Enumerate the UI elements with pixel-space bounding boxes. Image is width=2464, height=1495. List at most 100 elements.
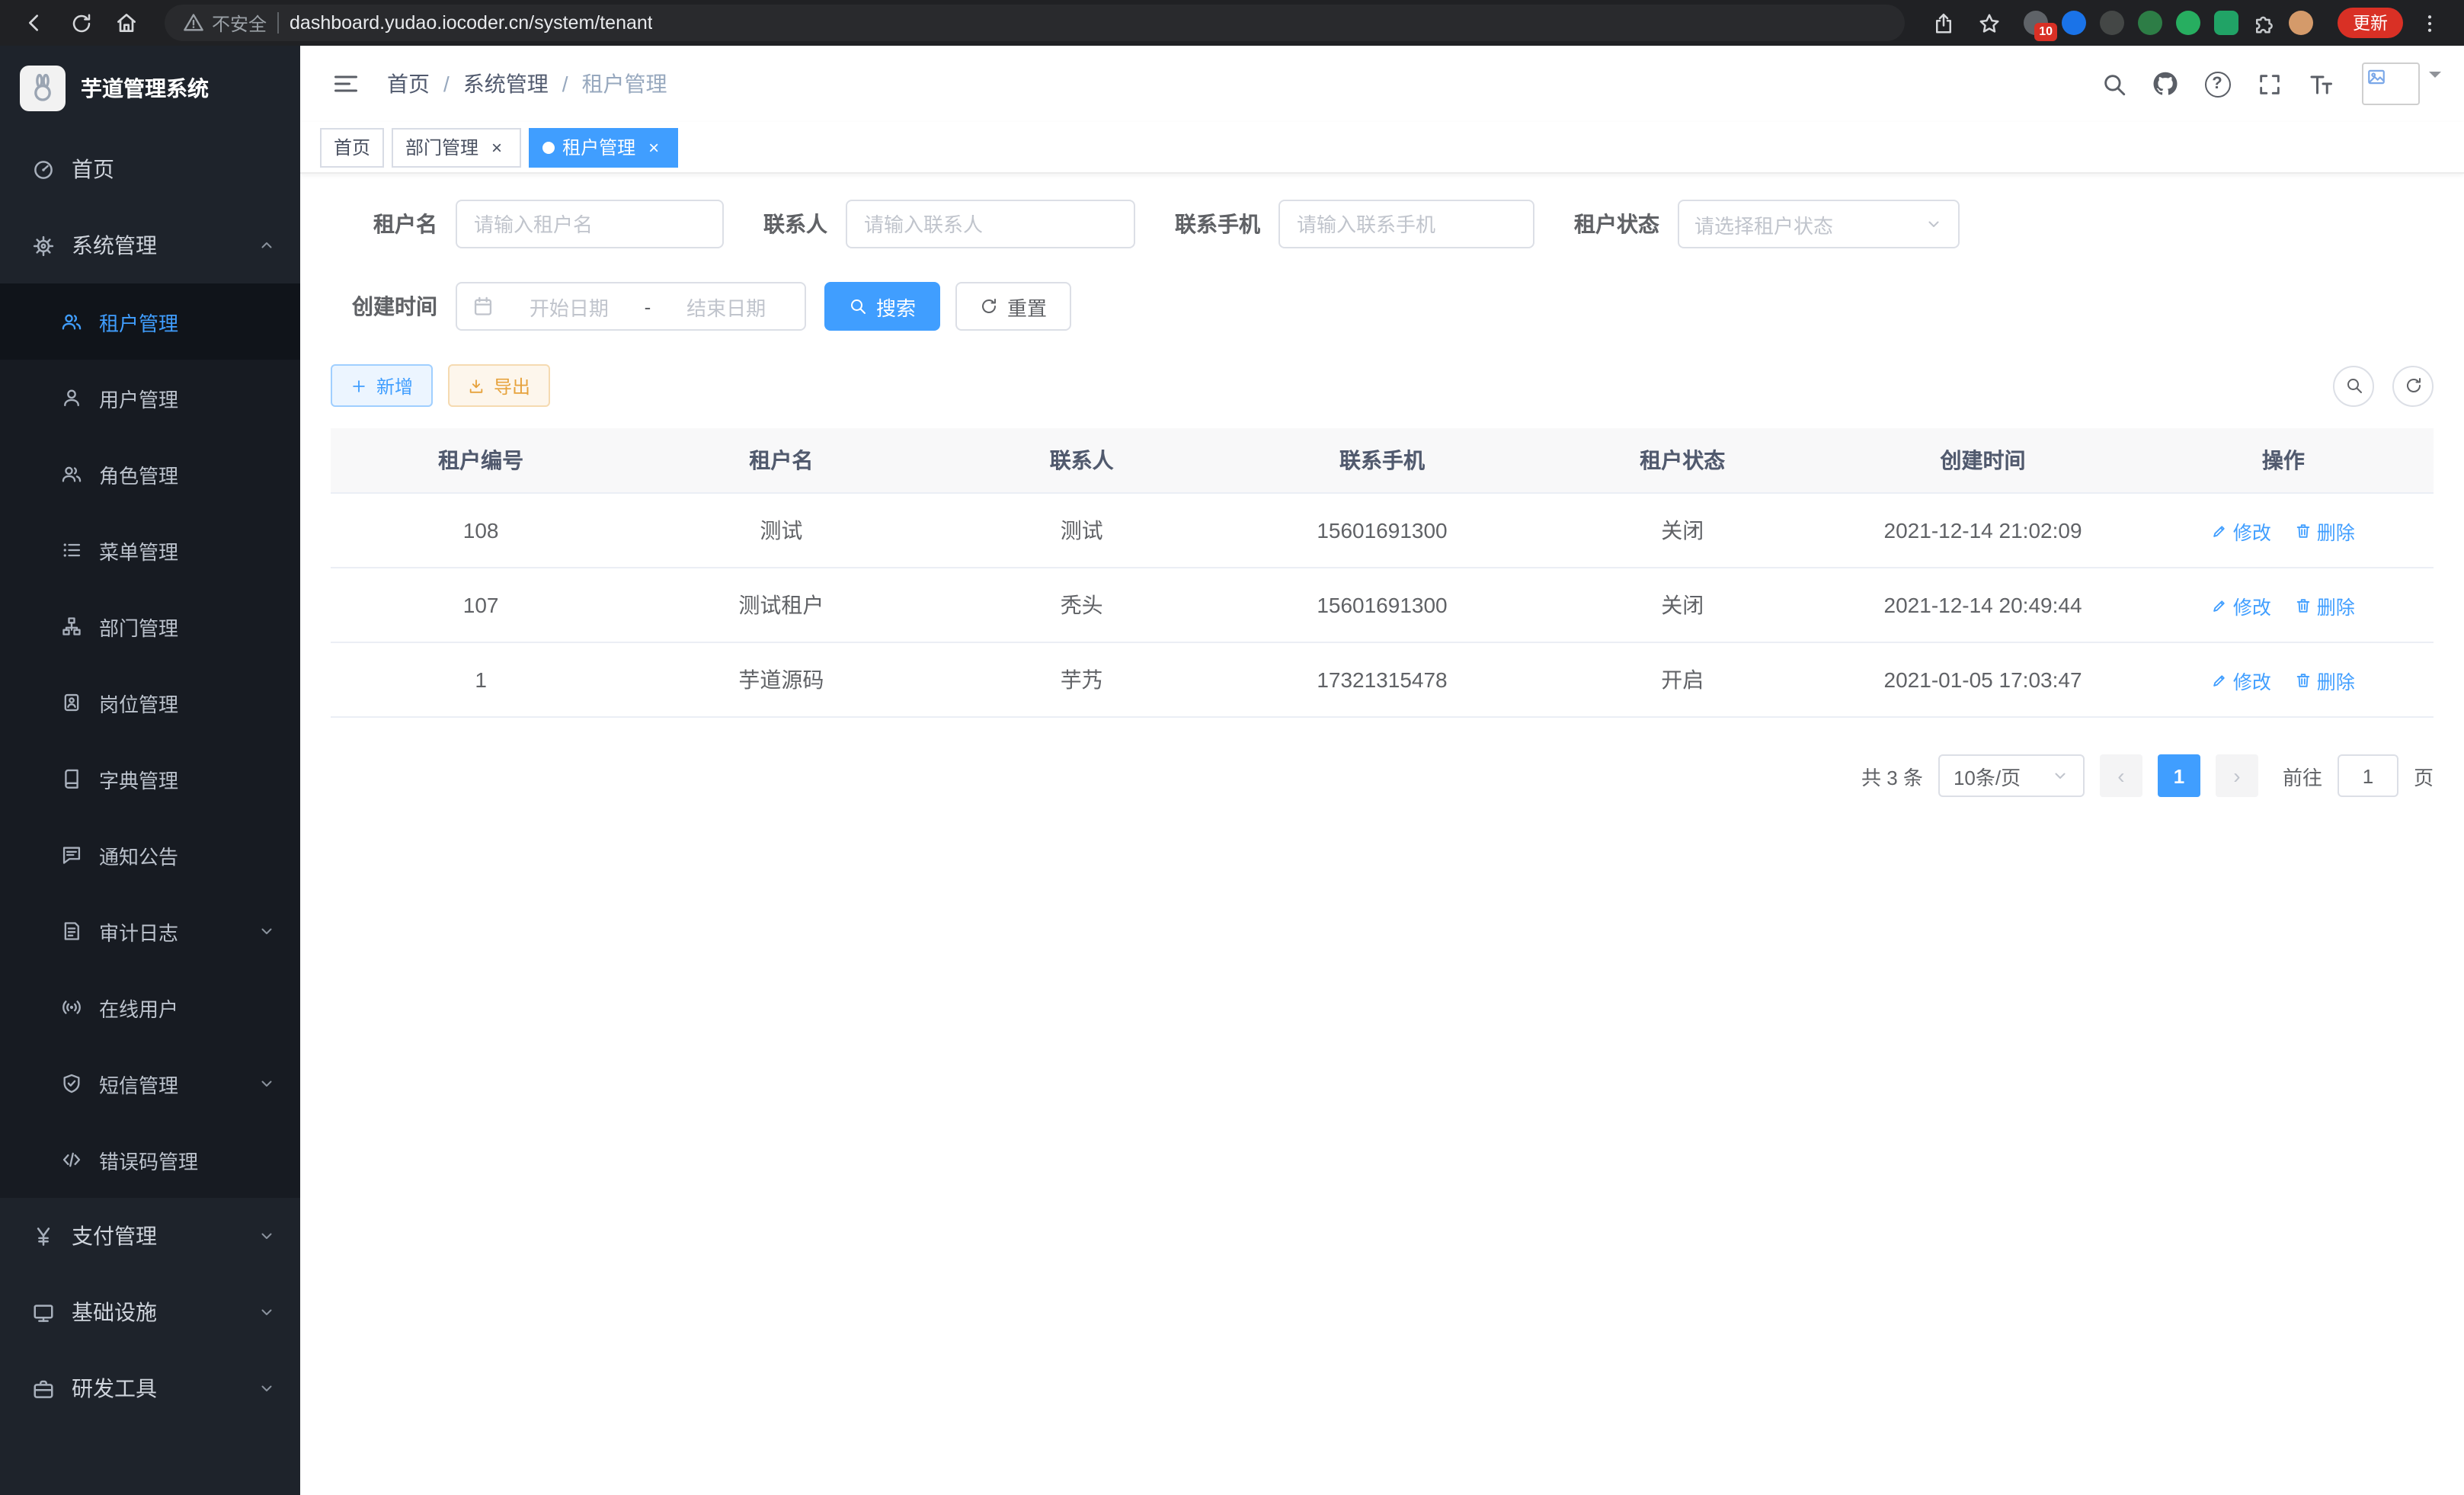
sidebar-item-post[interactable]: 岗位管理 bbox=[0, 664, 300, 741]
browser-back-button[interactable] bbox=[15, 3, 55, 43]
docs-help-icon[interactable]: ? bbox=[2194, 61, 2240, 107]
sidebar-item-dept[interactable]: 部门管理 bbox=[0, 588, 300, 664]
status-select[interactable]: 请选择租户状态 bbox=[1678, 200, 1960, 248]
document-icon bbox=[61, 920, 82, 942]
sidebar-item-tenant[interactable]: 租户管理 bbox=[0, 283, 300, 360]
edit-icon bbox=[2212, 522, 2229, 539]
extension-icon-4[interactable] bbox=[2138, 11, 2162, 35]
sidebar-item-audit-log[interactable]: 审计日志 bbox=[0, 893, 300, 969]
shield-icon bbox=[61, 1073, 82, 1094]
app-logo[interactable]: 芋道管理系统 bbox=[0, 46, 300, 131]
sidebar-item-devtool[interactable]: 研发工具 bbox=[0, 1350, 300, 1426]
browser-reload-button[interactable] bbox=[61, 3, 101, 43]
tab-dept[interactable]: 部门管理 × bbox=[392, 127, 521, 167]
collapse-sidebar-button[interactable] bbox=[323, 61, 369, 107]
search-button[interactable]: 搜索 bbox=[824, 282, 940, 331]
extension-icon-1[interactable]: 10 bbox=[2024, 11, 2048, 35]
breadcrumb: 首页 / 系统管理 / 租户管理 bbox=[387, 69, 667, 99]
code-icon bbox=[61, 1149, 82, 1170]
cell-name: 芋道源码 bbox=[631, 642, 931, 717]
search-icon bbox=[849, 297, 867, 315]
col-actions: 操作 bbox=[2133, 428, 2434, 493]
tab-tenant[interactable]: 租户管理 × bbox=[529, 127, 678, 167]
breadcrumb-system[interactable]: 系统管理 bbox=[463, 69, 549, 99]
tenant-name-input[interactable] bbox=[456, 200, 724, 248]
github-icon[interactable] bbox=[2142, 61, 2188, 107]
export-button[interactable]: 导出 bbox=[448, 364, 550, 407]
bookmark-star-icon[interactable] bbox=[1969, 3, 2008, 43]
browser-profile-avatar[interactable] bbox=[2289, 11, 2313, 35]
page-content: 租户名 联系人 联系手机 租户状态 请选择租户状态 创建时间 bbox=[300, 174, 2464, 797]
extension-icon-3[interactable] bbox=[2100, 11, 2124, 35]
sidebar-item-error-code[interactable]: 错误码管理 bbox=[0, 1122, 300, 1198]
sidebar-item-infra[interactable]: 基础设施 bbox=[0, 1274, 300, 1350]
page-size-select[interactable]: 10条/页 bbox=[1938, 754, 2085, 797]
browser-menu-icon[interactable] bbox=[2409, 3, 2449, 43]
extensions-puzzle-icon[interactable] bbox=[2252, 11, 2275, 34]
edit-button[interactable]: 修改 bbox=[2212, 591, 2271, 619]
breadcrumb-home[interactable]: 首页 bbox=[387, 69, 430, 99]
col-contact: 联系人 bbox=[932, 428, 1232, 493]
header-search-icon[interactable] bbox=[2091, 61, 2136, 107]
reset-button[interactable]: 重置 bbox=[955, 282, 1071, 331]
browser-update-button[interactable]: 更新 bbox=[2338, 8, 2403, 38]
breadcrumb-separator: / bbox=[443, 72, 450, 96]
goto-page-input[interactable] bbox=[2338, 754, 2398, 797]
page-number-button[interactable]: 1 bbox=[2158, 754, 2200, 797]
browser-home-button[interactable] bbox=[107, 3, 146, 43]
sidebar-item-sms[interactable]: 短信管理 bbox=[0, 1045, 300, 1122]
cell-id: 1 bbox=[331, 642, 631, 717]
table-header-row: 租户编号 租户名 联系人 联系手机 租户状态 创建时间 操作 bbox=[331, 428, 2434, 493]
page-unit-label: 页 bbox=[2414, 761, 2434, 790]
sidebar-item-home[interactable]: 首页 bbox=[0, 131, 300, 207]
edit-button[interactable]: 修改 bbox=[2212, 516, 2271, 545]
user-icon bbox=[61, 387, 82, 408]
date-start-placeholder: 开始日期 bbox=[506, 292, 632, 321]
extension-icon-5[interactable] bbox=[2176, 11, 2200, 35]
cell-name: 测试 bbox=[631, 493, 931, 568]
sidebar-item-dict[interactable]: 字典管理 bbox=[0, 741, 300, 817]
date-range-picker[interactable]: 开始日期 - 结束日期 bbox=[456, 282, 806, 331]
not-secure-chip[interactable]: 不安全 bbox=[183, 10, 267, 36]
user-avatar-dropdown[interactable] bbox=[2350, 62, 2441, 105]
fullscreen-icon[interactable] bbox=[2246, 61, 2292, 107]
close-icon[interactable]: × bbox=[643, 136, 664, 158]
update-label: 更新 bbox=[2353, 11, 2388, 35]
contact-input[interactable] bbox=[846, 200, 1135, 248]
sidebar-item-user[interactable]: 用户管理 bbox=[0, 360, 300, 436]
sidebar-item-pay[interactable]: 支付管理 bbox=[0, 1198, 300, 1274]
toggle-search-button[interactable] bbox=[2333, 365, 2374, 406]
sidebar-item-menu[interactable]: 菜单管理 bbox=[0, 512, 300, 588]
share-icon[interactable] bbox=[1923, 3, 1963, 43]
tab-label: 租户管理 bbox=[562, 134, 635, 160]
extension-icon-6[interactable] bbox=[2214, 11, 2238, 35]
edit-button[interactable]: 修改 bbox=[2212, 665, 2271, 694]
sidebar-item-notice[interactable]: 通知公告 bbox=[0, 817, 300, 893]
next-page-button[interactable]: › bbox=[2216, 754, 2258, 797]
mobile-input[interactable] bbox=[1278, 200, 1534, 248]
list-icon bbox=[61, 539, 82, 561]
delete-button[interactable]: 删除 bbox=[2296, 591, 2355, 619]
address-bar[interactable]: 不安全 dashboard.yudao.iocoder.cn/system/te… bbox=[165, 5, 1905, 41]
org-tree-icon bbox=[61, 616, 82, 637]
delete-button[interactable]: 删除 bbox=[2296, 665, 2355, 694]
cell-status: 开启 bbox=[1532, 642, 1832, 717]
table-row: 107 测试租户 秃头 15601691300 关闭 2021-12-14 20… bbox=[331, 568, 2434, 642]
edit-icon bbox=[2212, 671, 2229, 688]
extension-icon-2[interactable] bbox=[2062, 11, 2086, 35]
add-button[interactable]: 新增 bbox=[331, 364, 433, 407]
app-title: 芋道管理系统 bbox=[81, 73, 209, 104]
message-icon bbox=[61, 844, 82, 866]
tab-home[interactable]: 首页 bbox=[320, 127, 384, 167]
signal-icon bbox=[61, 997, 82, 1018]
close-icon[interactable]: × bbox=[486, 136, 507, 158]
delete-button[interactable]: 删除 bbox=[2296, 516, 2355, 545]
sidebar-item-system[interactable]: 系统管理 bbox=[0, 207, 300, 283]
sidebar-item-online-user[interactable]: 在线用户 bbox=[0, 969, 300, 1045]
breadcrumb-separator: / bbox=[562, 72, 568, 96]
prev-page-button[interactable]: ‹ bbox=[2100, 754, 2142, 797]
filter-row-1: 租户名 联系人 联系手机 租户状态 请选择租户状态 bbox=[331, 200, 2434, 248]
refresh-table-button[interactable] bbox=[2392, 365, 2434, 406]
sidebar-item-role[interactable]: 角色管理 bbox=[0, 436, 300, 512]
font-size-icon[interactable] bbox=[2298, 61, 2344, 107]
